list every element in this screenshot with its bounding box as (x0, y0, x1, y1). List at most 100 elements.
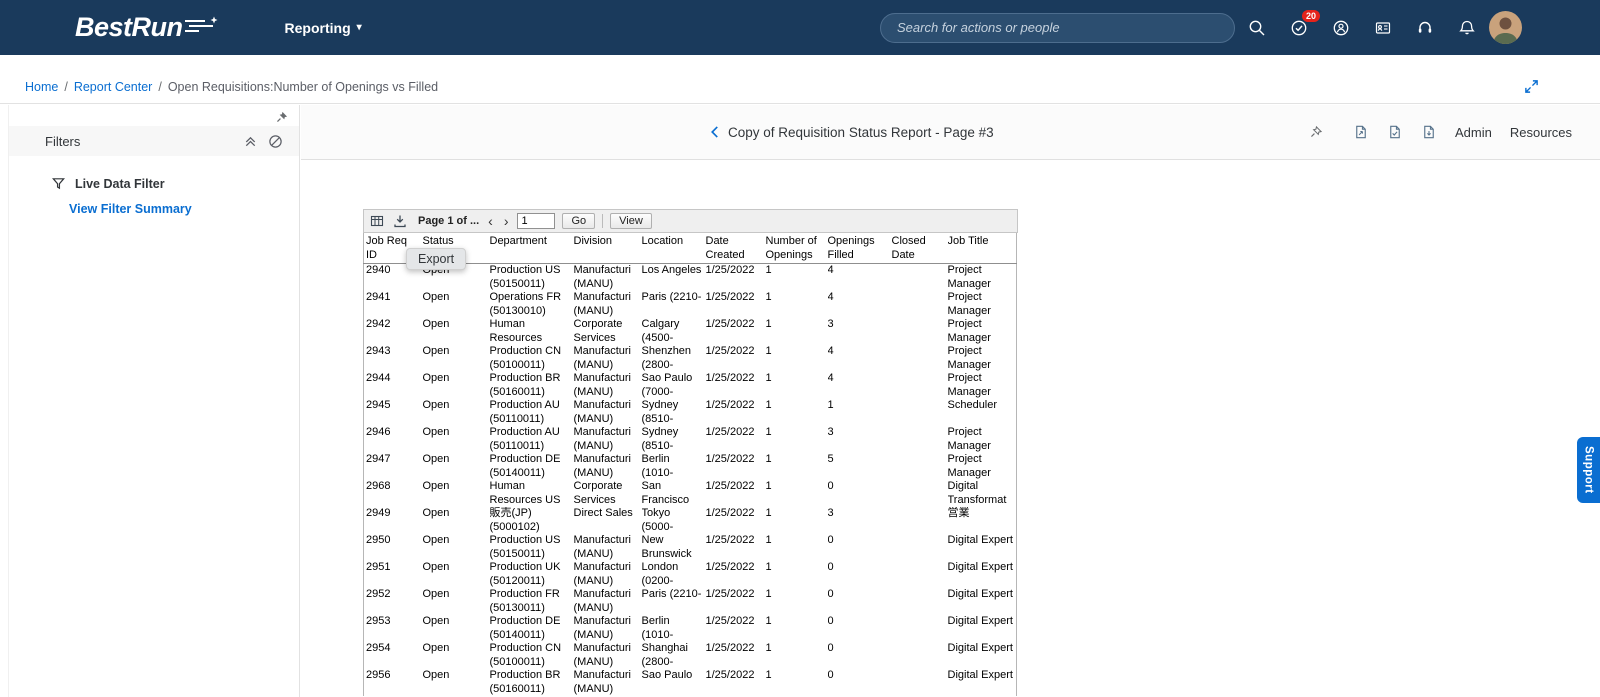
table-cell: Sydney (8510- (641, 426, 679, 452)
table-cell: Corporate Services (573, 480, 623, 506)
table-cell: 4 (827, 372, 834, 384)
chevron-left-icon (711, 126, 718, 138)
table-cell: 1 (765, 561, 772, 573)
table-cell: Paris (2210- (641, 291, 702, 303)
table-cell: 2952 (366, 588, 391, 600)
table-cell (890, 534, 946, 561)
table-cell: Production CN (50100011) (489, 345, 562, 371)
table-cell: 1/25/2022 (705, 669, 755, 681)
table-cell: 1/25/2022 (705, 642, 755, 654)
avatar[interactable] (1489, 11, 1522, 44)
table-cell: 1/25/2022 (705, 264, 755, 276)
clear-filters-button[interactable] (268, 134, 283, 149)
notifications-button[interactable] (1453, 14, 1481, 42)
go-button[interactable]: Go (562, 213, 596, 229)
table-cell: Open (422, 291, 450, 303)
org-chart-button[interactable] (1369, 14, 1397, 42)
table-cell: 2941 (366, 291, 391, 303)
table-cell: 0 (827, 615, 834, 627)
table-row: 2956 Open Production BR (50160011) Manufact… (364, 669, 1017, 696)
todos-button[interactable]: 20 (1285, 9, 1320, 42)
action-search (880, 12, 1235, 43)
breadcrumb-home-link[interactable]: Home (25, 80, 58, 94)
support-button[interactable] (1411, 14, 1439, 42)
table-cell: Manufacturi (MANU) (573, 453, 631, 479)
download-icon (394, 215, 406, 228)
search-button[interactable] (1243, 14, 1271, 42)
table-cell (890, 588, 946, 615)
breadcrumb-report-center-link[interactable]: Report Center (74, 80, 153, 94)
download-report-button[interactable] (1421, 124, 1437, 140)
table-cell: 1/25/2022 (705, 480, 755, 492)
table-cell: 2942 (366, 318, 391, 330)
table-cell: Open (422, 534, 450, 546)
collapse-filters-button[interactable] (243, 134, 258, 149)
table-cell (890, 264, 946, 292)
live-data-filter-label: Live Data Filter (75, 176, 165, 191)
table-row: 2945 Open Production AU (50110011) Manufact… (364, 399, 1017, 426)
table-cell: Production AU (50110011) (489, 399, 560, 425)
table-row: 2946 Open Production AU (50110011) Manufact… (364, 426, 1017, 453)
table-cell: Tokyo (5000- (641, 507, 674, 533)
table-cell: 1 (765, 669, 772, 681)
table-cell: 3 (827, 318, 834, 330)
table-cell: Manufacturi (MANU) (573, 264, 631, 290)
table-cell: 1/25/2022 (705, 615, 755, 627)
clear-filter-icon (269, 134, 282, 148)
view-filter-summary-link[interactable]: View Filter Summary (69, 202, 192, 216)
download-button[interactable] (392, 213, 408, 229)
validate-report-button[interactable] (1387, 124, 1403, 140)
table-cell: 0 (827, 642, 834, 654)
table-cell: Manufacturi (MANU) (573, 561, 631, 587)
previous-report-page-button[interactable] (709, 125, 720, 139)
table-cell: 1/25/2022 (705, 534, 755, 546)
table-cell: Operations FR (50130010) (489, 291, 562, 317)
document-export-icon (1356, 125, 1366, 139)
page-number-input[interactable] (517, 213, 556, 229)
table-row: 2952 Open Production FR (50130011) Manufact… (364, 588, 1017, 615)
reporting-menu[interactable]: Reporting ▾ (285, 20, 362, 36)
table-cell (890, 291, 946, 318)
org-chart-icon (1375, 21, 1391, 34)
table-cell: Manufacturi (MANU) (573, 372, 631, 398)
table-cell: 1 (827, 399, 834, 411)
table-cell: 1 (765, 453, 772, 465)
previous-page-button[interactable]: ‹ (486, 214, 495, 228)
pin-panel-button[interactable] (275, 110, 289, 129)
table-cell: Production CN (50100011) (489, 642, 562, 668)
export-data-button[interactable] (369, 213, 385, 229)
table-cell: Berlin (1010- (641, 453, 674, 479)
table-cell: 0 (827, 588, 834, 600)
expand-icon (1525, 80, 1538, 93)
admin-link[interactable]: Admin (1455, 125, 1492, 140)
logo-swoosh-icon (184, 16, 218, 32)
export-report-button[interactable] (1353, 124, 1369, 140)
bestrun-logo[interactable]: BestRun (75, 12, 219, 43)
table-cell: Project Manager (947, 345, 991, 371)
table-cell: 1/25/2022 (705, 291, 755, 303)
report-viewer-toolbar: Page 1 of ... ‹ › Go View (363, 209, 1018, 233)
table-row: 2947 Open Production DE (50140011) Manufact… (364, 453, 1017, 480)
table-cell (890, 507, 946, 534)
table-cell: Manufacturi (MANU) (573, 669, 631, 695)
table-cell: Open (422, 507, 450, 519)
pin-report-button[interactable] (1309, 125, 1323, 139)
double-chevron-up-icon (245, 136, 256, 146)
table-cell: Project Manager (947, 372, 991, 398)
resources-link[interactable]: Resources (1510, 125, 1572, 140)
live-data-filter[interactable]: Live Data Filter (51, 176, 299, 191)
report-header: Copy of Requisition Status Report - Page… (301, 105, 1600, 160)
table-cell: 1/25/2022 (705, 372, 755, 384)
table-cell: 3 (827, 426, 834, 438)
column-header: Location (639, 233, 704, 264)
fullscreen-toggle-button[interactable] (1524, 79, 1539, 94)
table-row: 2949 Open 販売(JP) (5000102) Direct Sales Toky… (364, 507, 1017, 534)
breadcrumb-current-page: Open Requisitions:Number of Openings vs … (167, 79, 439, 94)
next-page-button[interactable]: › (502, 214, 511, 228)
table-cell (890, 615, 946, 642)
table-cell: Shenzhen (2800- (641, 345, 692, 371)
action-search-input[interactable] (880, 12, 1235, 43)
support-tab[interactable]: Support (1577, 437, 1600, 503)
people-profile-button[interactable] (1327, 14, 1355, 42)
view-button[interactable]: View (610, 213, 652, 229)
